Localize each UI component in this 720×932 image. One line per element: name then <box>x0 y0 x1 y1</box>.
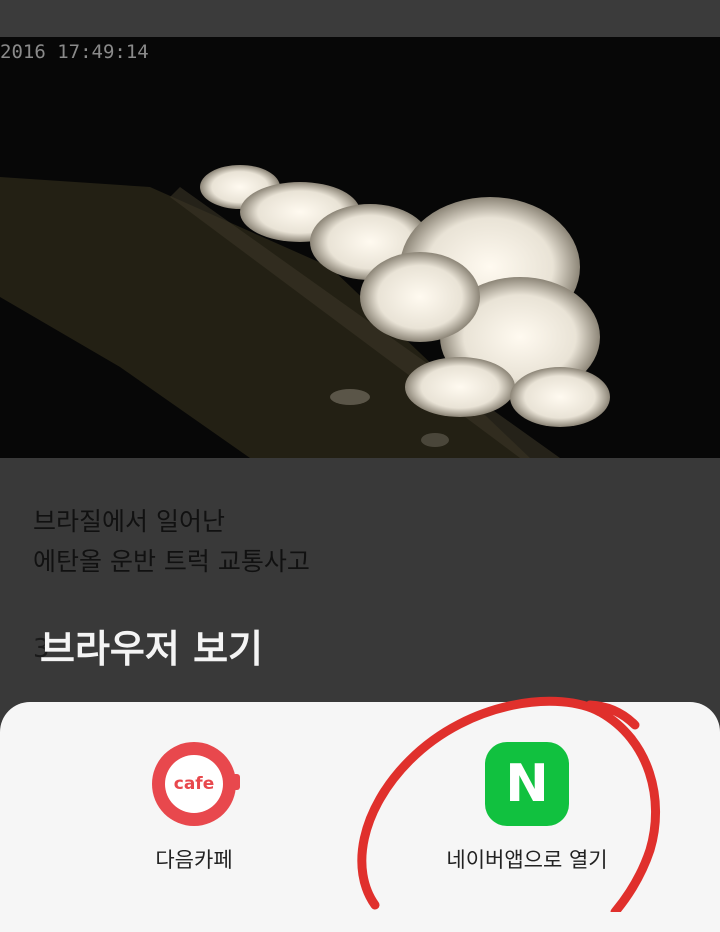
daum-cafe-option[interactable]: cafe 다음카페 <box>64 742 324 874</box>
top-bar <box>0 0 720 37</box>
browser-chooser-sheet: cafe 다음카페 N 네이버앱으로 열기 <box>0 702 720 932</box>
video-player[interactable]: 2016 17:49:14 <box>0 37 720 458</box>
daum-cafe-icon[interactable]: cafe <box>152 742 240 826</box>
article-title-line-1: 브라질에서 일어난 <box>33 507 225 536</box>
naver-app-label: 네이버앱으로 열기 <box>446 848 608 872</box>
naver-app-icon[interactable]: N <box>485 742 569 826</box>
naver-app-option[interactable]: N 네이버앱으로 열기 <box>397 742 657 874</box>
daum-cafe-label: 다음카페 <box>155 848 233 872</box>
sheet-title: 브라우저 보기 <box>40 627 263 671</box>
video-frame <box>0 37 720 458</box>
video-timestamp: 2016 17:49:14 <box>0 41 149 63</box>
article-content: 브라질에서 일어난 에탄올 운반 트럭 교통사고 3 <box>0 458 720 718</box>
article-title-line-2: 에탄올 운반 트럭 교통사고 <box>33 547 310 576</box>
